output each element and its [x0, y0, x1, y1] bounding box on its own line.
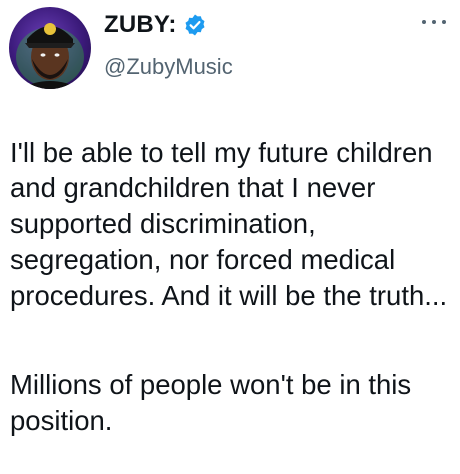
- avatar-image: [16, 23, 84, 89]
- display-name[interactable]: ZUBY:: [104, 11, 177, 39]
- tweet-paragraph: Millions of people won't be in this posi…: [10, 368, 412, 436]
- tweet-paragraph: I'll be able to tell my future children …: [10, 136, 448, 311]
- name-row: ZUBY:: [104, 10, 233, 40]
- handle[interactable]: @ZubyMusic: [104, 54, 233, 80]
- dot: [442, 20, 446, 24]
- tweet-text: I'll be able to tell my future children …: [10, 99, 455, 474]
- verified-badge-icon: [183, 13, 207, 37]
- dot: [432, 20, 436, 24]
- dot: [422, 20, 426, 24]
- avatar[interactable]: [9, 7, 91, 89]
- tweet: ZUBY: @ZubyMusic I'll be able to tell my…: [0, 0, 460, 436]
- more-options-icon[interactable]: [422, 18, 446, 26]
- tweet-header: ZUBY: @ZubyMusic: [104, 10, 233, 80]
